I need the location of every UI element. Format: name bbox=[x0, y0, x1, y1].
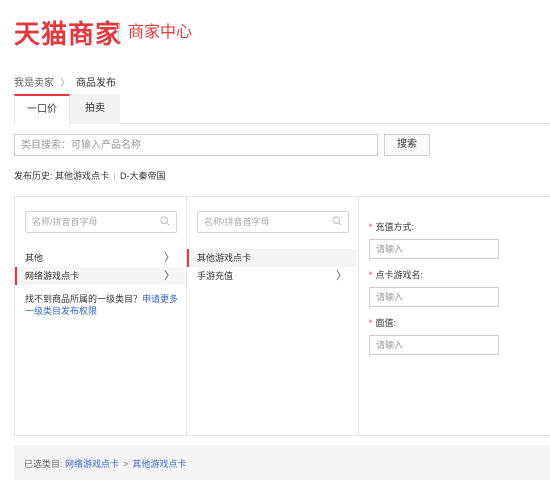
category-item-label: 手游充值 bbox=[197, 271, 234, 281]
chevron-right-icon: 〉 bbox=[336, 270, 347, 282]
breadcrumb-current: 商品发布 bbox=[76, 78, 116, 89]
category-item-online-game-card[interactable]: 网络游戏点卡 〉 bbox=[15, 267, 185, 285]
selected-category-label: 已选类目: bbox=[24, 459, 63, 469]
history-item[interactable]: 其他游戏点卡 bbox=[55, 171, 109, 181]
level2-search-field[interactable] bbox=[197, 211, 349, 233]
required-mark: * bbox=[369, 270, 373, 280]
recharge-method-input[interactable] bbox=[369, 239, 499, 259]
game-name-label: * 点卡游戏名: bbox=[369, 270, 424, 280]
face-value-input[interactable] bbox=[369, 335, 499, 355]
history-divider bbox=[114, 172, 116, 181]
category-column-level1: 其他 〉 网络游戏点卡 〉 找不到商品所属的一级类目？申请更多一级类目发布权限 bbox=[15, 197, 187, 435]
merchant-center-title[interactable]: 商家中心 bbox=[128, 22, 192, 44]
category-item-mobile-game-topup[interactable]: 手游充值 〉 bbox=[187, 267, 357, 285]
header-divider bbox=[118, 24, 119, 42]
tab-fixed-price[interactable]: 一口价 bbox=[14, 94, 70, 125]
path-separator: > bbox=[123, 459, 129, 469]
history-label: 发布历史: bbox=[14, 171, 53, 181]
level2-search-input[interactable] bbox=[198, 212, 328, 232]
tmall-logo[interactable]: 天猫商家 bbox=[14, 18, 122, 50]
category-item-label: 其他游戏点卡 bbox=[197, 253, 252, 263]
face-value-label: * 面值: bbox=[369, 318, 397, 328]
category-item-other-game-card[interactable]: 其他游戏点卡 bbox=[187, 249, 357, 267]
required-mark: * bbox=[369, 222, 373, 232]
category-attributes: *充值方式: *点卡游戏名: *面值: bbox=[359, 197, 550, 435]
history-item[interactable]: D-大秦帝国 bbox=[120, 171, 166, 181]
category-search-input[interactable] bbox=[14, 134, 378, 156]
required-mark: * bbox=[369, 318, 373, 328]
category-item-label: 网络游戏点卡 bbox=[25, 271, 80, 281]
game-name-input[interactable] bbox=[369, 287, 499, 307]
publish-history: 发布历史: 其他游戏点卡 D-大秦帝国 bbox=[14, 170, 166, 182]
publish-type-tabs: 一口价 拍卖 bbox=[14, 94, 550, 125]
selected-category-level1[interactable]: 网络游戏点卡 bbox=[65, 459, 119, 469]
category-item-other[interactable]: 其他 〉 bbox=[15, 249, 185, 267]
category-column-level2: 其他游戏点卡 手游充值 〉 bbox=[187, 197, 359, 435]
not-found-text: 找不到商品所属的一级类目？ bbox=[25, 294, 143, 304]
breadcrumb-separator-icon: 〉 bbox=[60, 78, 70, 89]
recharge-method-label: * 充值方式: bbox=[369, 222, 415, 232]
chevron-right-icon: 〉 bbox=[164, 270, 175, 282]
breadcrumb: 我是卖家〉商品发布 bbox=[14, 77, 116, 91]
search-icon bbox=[332, 216, 342, 226]
chevron-right-icon: 〉 bbox=[164, 252, 175, 264]
search-button[interactable]: 搜索 bbox=[384, 134, 430, 156]
tab-auction[interactable]: 拍卖 bbox=[70, 94, 120, 124]
search-icon bbox=[160, 216, 170, 226]
level1-search-input[interactable] bbox=[26, 212, 156, 232]
level1-search-field[interactable] bbox=[25, 211, 177, 233]
selected-category-bar: 已选类目: 网络游戏点卡 > 其他游戏点卡 bbox=[14, 446, 550, 480]
breadcrumb-root[interactable]: 我是卖家 bbox=[14, 78, 54, 89]
header: 天猫商家 商家中心 bbox=[0, 0, 550, 60]
category-selector: 其他 〉 网络游戏点卡 〉 找不到商品所属的一级类目？申请更多一级类目发布权限 … bbox=[14, 196, 550, 436]
selected-category-level2[interactable]: 其他游戏点卡 bbox=[132, 459, 186, 469]
category-not-found-notice: 找不到商品所属的一级类目？申请更多一级类目发布权限 bbox=[25, 293, 179, 317]
category-item-label: 其他 bbox=[25, 253, 44, 263]
